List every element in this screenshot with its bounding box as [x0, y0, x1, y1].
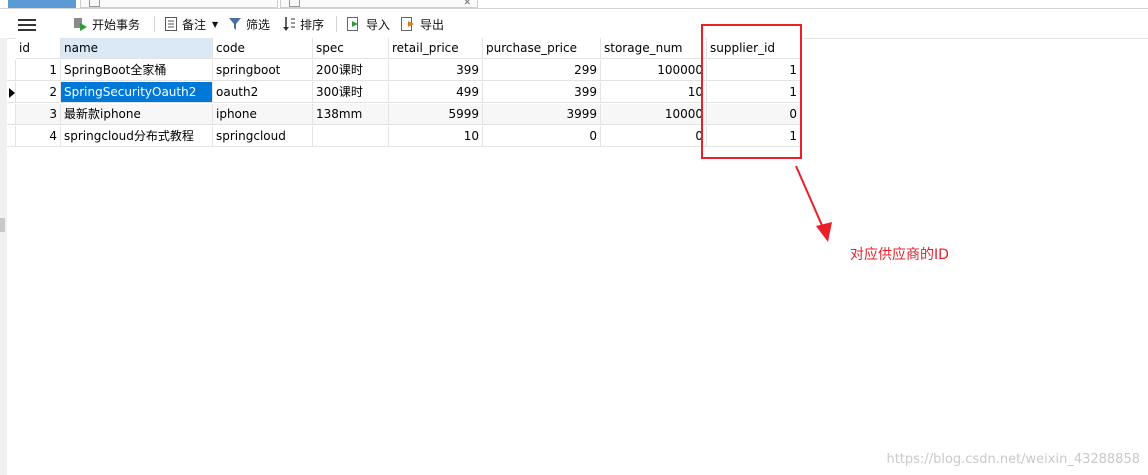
sort-button[interactable]: 排序 — [282, 14, 324, 34]
note-icon — [165, 17, 177, 31]
tab-query-1[interactable] — [80, 0, 278, 8]
cell-code[interactable]: iphone — [213, 104, 313, 125]
cell-retail-price[interactable]: 399 — [389, 60, 483, 81]
cell-spec[interactable] — [313, 126, 389, 147]
cell-name[interactable]: SpringSecurityOauth2 — [61, 82, 213, 103]
note-label: 备注 — [182, 17, 207, 32]
cell-storage-num[interactable]: 0 — [601, 126, 707, 147]
column-header-code[interactable]: code — [213, 38, 313, 59]
cell-spec[interactable]: 200课时 — [313, 60, 389, 81]
column-header-retail-price[interactable]: retail_price — [389, 38, 483, 59]
table-icon — [89, 0, 100, 7]
annotation-text: 对应供应商的ID — [850, 247, 949, 263]
begin-transaction-button[interactable]: 开始事务 — [72, 14, 140, 34]
export-label: 导出 — [420, 17, 445, 32]
tab-query-2[interactable]: ✕ — [280, 0, 478, 8]
cell-purchase-price[interactable]: 399 — [483, 82, 601, 103]
close-icon[interactable]: ✕ — [463, 0, 471, 8]
cell-retail-price[interactable]: 5999 — [389, 104, 483, 125]
export-button[interactable]: 导出 — [400, 14, 444, 34]
filter-label: 筛选 — [246, 17, 271, 32]
row-header[interactable] — [7, 104, 16, 125]
export-icon — [401, 17, 414, 31]
tab-strip: ✕ — [0, 0, 1148, 9]
menu-icon[interactable] — [18, 16, 36, 32]
column-header-storage-num[interactable]: storage_num — [601, 38, 707, 59]
begin-transaction-label: 开始事务 — [92, 17, 141, 32]
left-gutter — [0, 38, 7, 475]
cell-id[interactable]: 2 — [16, 82, 61, 103]
note-button[interactable]: 备注 ▼ — [164, 14, 218, 34]
cell-storage-num[interactable]: 10000 — [601, 104, 707, 125]
cell-id[interactable]: 4 — [16, 126, 61, 147]
cell-retail-price[interactable]: 10 — [389, 126, 483, 147]
chevron-down-icon[interactable]: ▼ — [212, 20, 218, 29]
cell-retail-price[interactable]: 499 — [389, 82, 483, 103]
splitter-handle[interactable] — [0, 218, 5, 232]
watermark: https://blog.csdn.net/weixin_43288858 — [886, 452, 1140, 467]
annotation-arrow-icon — [795, 165, 832, 242]
cell-purchase-price[interactable]: 0 — [483, 126, 601, 147]
column-header-name[interactable]: name — [61, 38, 213, 59]
cell-code[interactable]: springcloud — [213, 126, 313, 147]
row-header[interactable] — [7, 82, 16, 103]
import-icon — [347, 17, 358, 31]
sort-icon — [283, 17, 295, 31]
transaction-icon — [74, 18, 87, 31]
cell-storage-num[interactable]: 10 — [601, 82, 707, 103]
import-label: 导入 — [366, 17, 391, 32]
table-icon — [289, 0, 300, 7]
cell-id[interactable]: 1 — [16, 60, 61, 81]
column-header-spec[interactable]: spec — [313, 38, 389, 59]
tab-active[interactable] — [8, 0, 76, 8]
cell-purchase-price[interactable]: 299 — [483, 60, 601, 81]
cell-spec[interactable]: 300课时 — [313, 82, 389, 103]
cell-storage-num[interactable]: 100000 — [601, 60, 707, 81]
sort-label: 排序 — [300, 17, 325, 32]
row-header[interactable] — [7, 60, 16, 81]
toolbar: 开始事务 备注 ▼ 筛选 排序 导入 导出 — [0, 9, 1148, 39]
filter-button[interactable]: 筛选 — [228, 14, 270, 34]
row-header[interactable] — [7, 126, 16, 147]
cell-code[interactable]: oauth2 — [213, 82, 313, 103]
filter-icon — [229, 18, 241, 30]
current-row-icon — [9, 88, 15, 98]
cell-name[interactable]: springcloud分布式教程 — [61, 126, 213, 147]
cell-name[interactable]: SpringBoot全家桶 — [61, 60, 213, 81]
import-button[interactable]: 导入 — [346, 14, 390, 34]
cell-code[interactable]: springboot — [213, 60, 313, 81]
column-header-purchase-price[interactable]: purchase_price — [483, 38, 601, 59]
cell-spec[interactable]: 138mm — [313, 104, 389, 125]
cell-id[interactable]: 3 — [16, 104, 61, 125]
annotation-highlight-box — [701, 24, 802, 159]
column-header-id[interactable]: id — [16, 38, 61, 59]
cell-name[interactable]: 最新款iphone — [61, 104, 213, 125]
cell-purchase-price[interactable]: 3999 — [483, 104, 601, 125]
